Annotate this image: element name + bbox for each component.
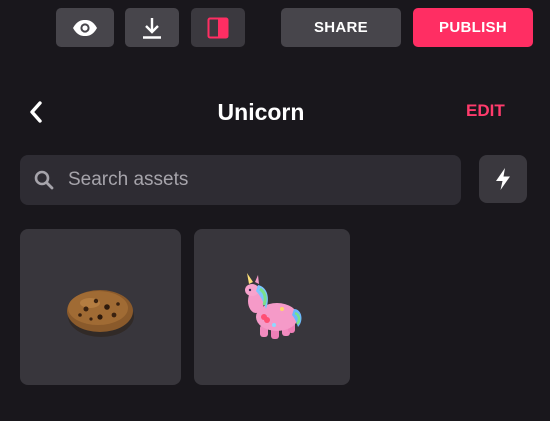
download-button[interactable]: [125, 8, 179, 47]
search-icon: [34, 170, 54, 190]
unicorn-thumbnail: [245, 273, 302, 339]
download-icon: [143, 17, 161, 39]
eye-icon: [73, 19, 97, 36]
search-input[interactable]: [68, 155, 448, 205]
search-bar[interactable]: [20, 155, 461, 205]
split-view-icon: [207, 17, 229, 38]
page-title: Unicorn: [217, 99, 305, 125]
cookie-thumbnail: [67, 290, 134, 337]
quick-action-button[interactable]: [479, 155, 527, 203]
asset-tile-cookie[interactable]: [20, 229, 181, 385]
share-button[interactable]: SHARE: [281, 8, 401, 47]
app-root: SHARE PUBLISH Unicorn EDIT: [0, 0, 550, 421]
preview-button[interactable]: [56, 8, 114, 47]
publish-button[interactable]: PUBLISH: [413, 8, 533, 47]
asset-tile-unicorn[interactable]: [194, 229, 350, 385]
edit-button[interactable]: EDIT: [466, 97, 505, 125]
lightning-bolt-icon: [496, 168, 510, 190]
split-view-button[interactable]: [191, 8, 245, 47]
